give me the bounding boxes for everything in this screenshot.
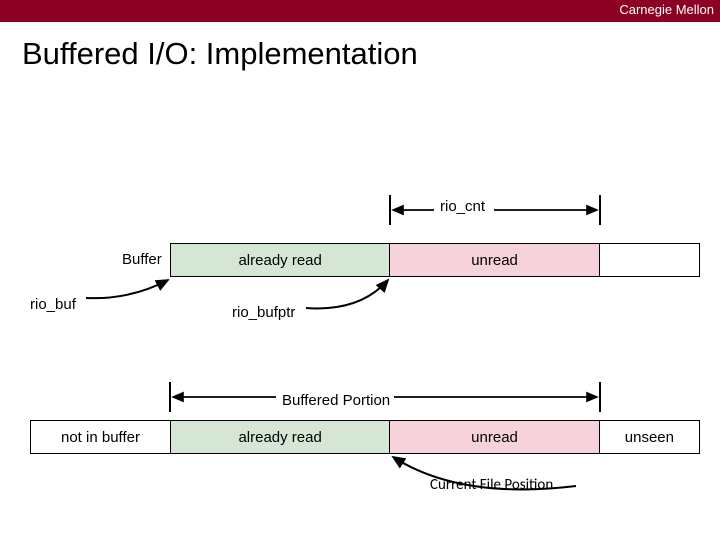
portion-seg-unread: unread — [390, 420, 599, 454]
seg-label: unread — [471, 252, 518, 269]
buffer-seg-unread: unread — [390, 243, 599, 277]
brand-label: Carnegie Mellon — [619, 2, 714, 17]
buffer-seg-already-read: already read — [170, 243, 390, 277]
page-title: Buffered I/O: Implementation — [0, 22, 720, 72]
buffer-row: already read unread — [170, 243, 700, 277]
portion-row: not in buffer already read unread unseen — [30, 420, 700, 454]
seg-label: already read — [238, 429, 321, 446]
seg-label: unseen — [625, 429, 674, 446]
seg-label: already read — [238, 252, 321, 269]
buffer-seg-empty — [600, 243, 700, 277]
current-file-position-label: Current File Position — [430, 476, 553, 494]
portion-seg-not-in-buffer: not in buffer — [30, 420, 171, 454]
seg-label: unread — [471, 429, 518, 446]
rio-cnt-label: rio_cnt — [440, 198, 485, 215]
buffered-portion-label: Buffered Portion — [282, 392, 390, 409]
buffer-label: Buffer — [122, 251, 162, 268]
brand-header: Carnegie Mellon — [0, 0, 720, 22]
seg-label: not in buffer — [61, 429, 140, 446]
rio-buf-label: rio_buf — [30, 296, 76, 313]
portion-seg-unseen: unseen — [600, 420, 700, 454]
portion-seg-already-read: already read — [171, 420, 390, 454]
rio-bufptr-label: rio_bufptr — [232, 304, 295, 321]
